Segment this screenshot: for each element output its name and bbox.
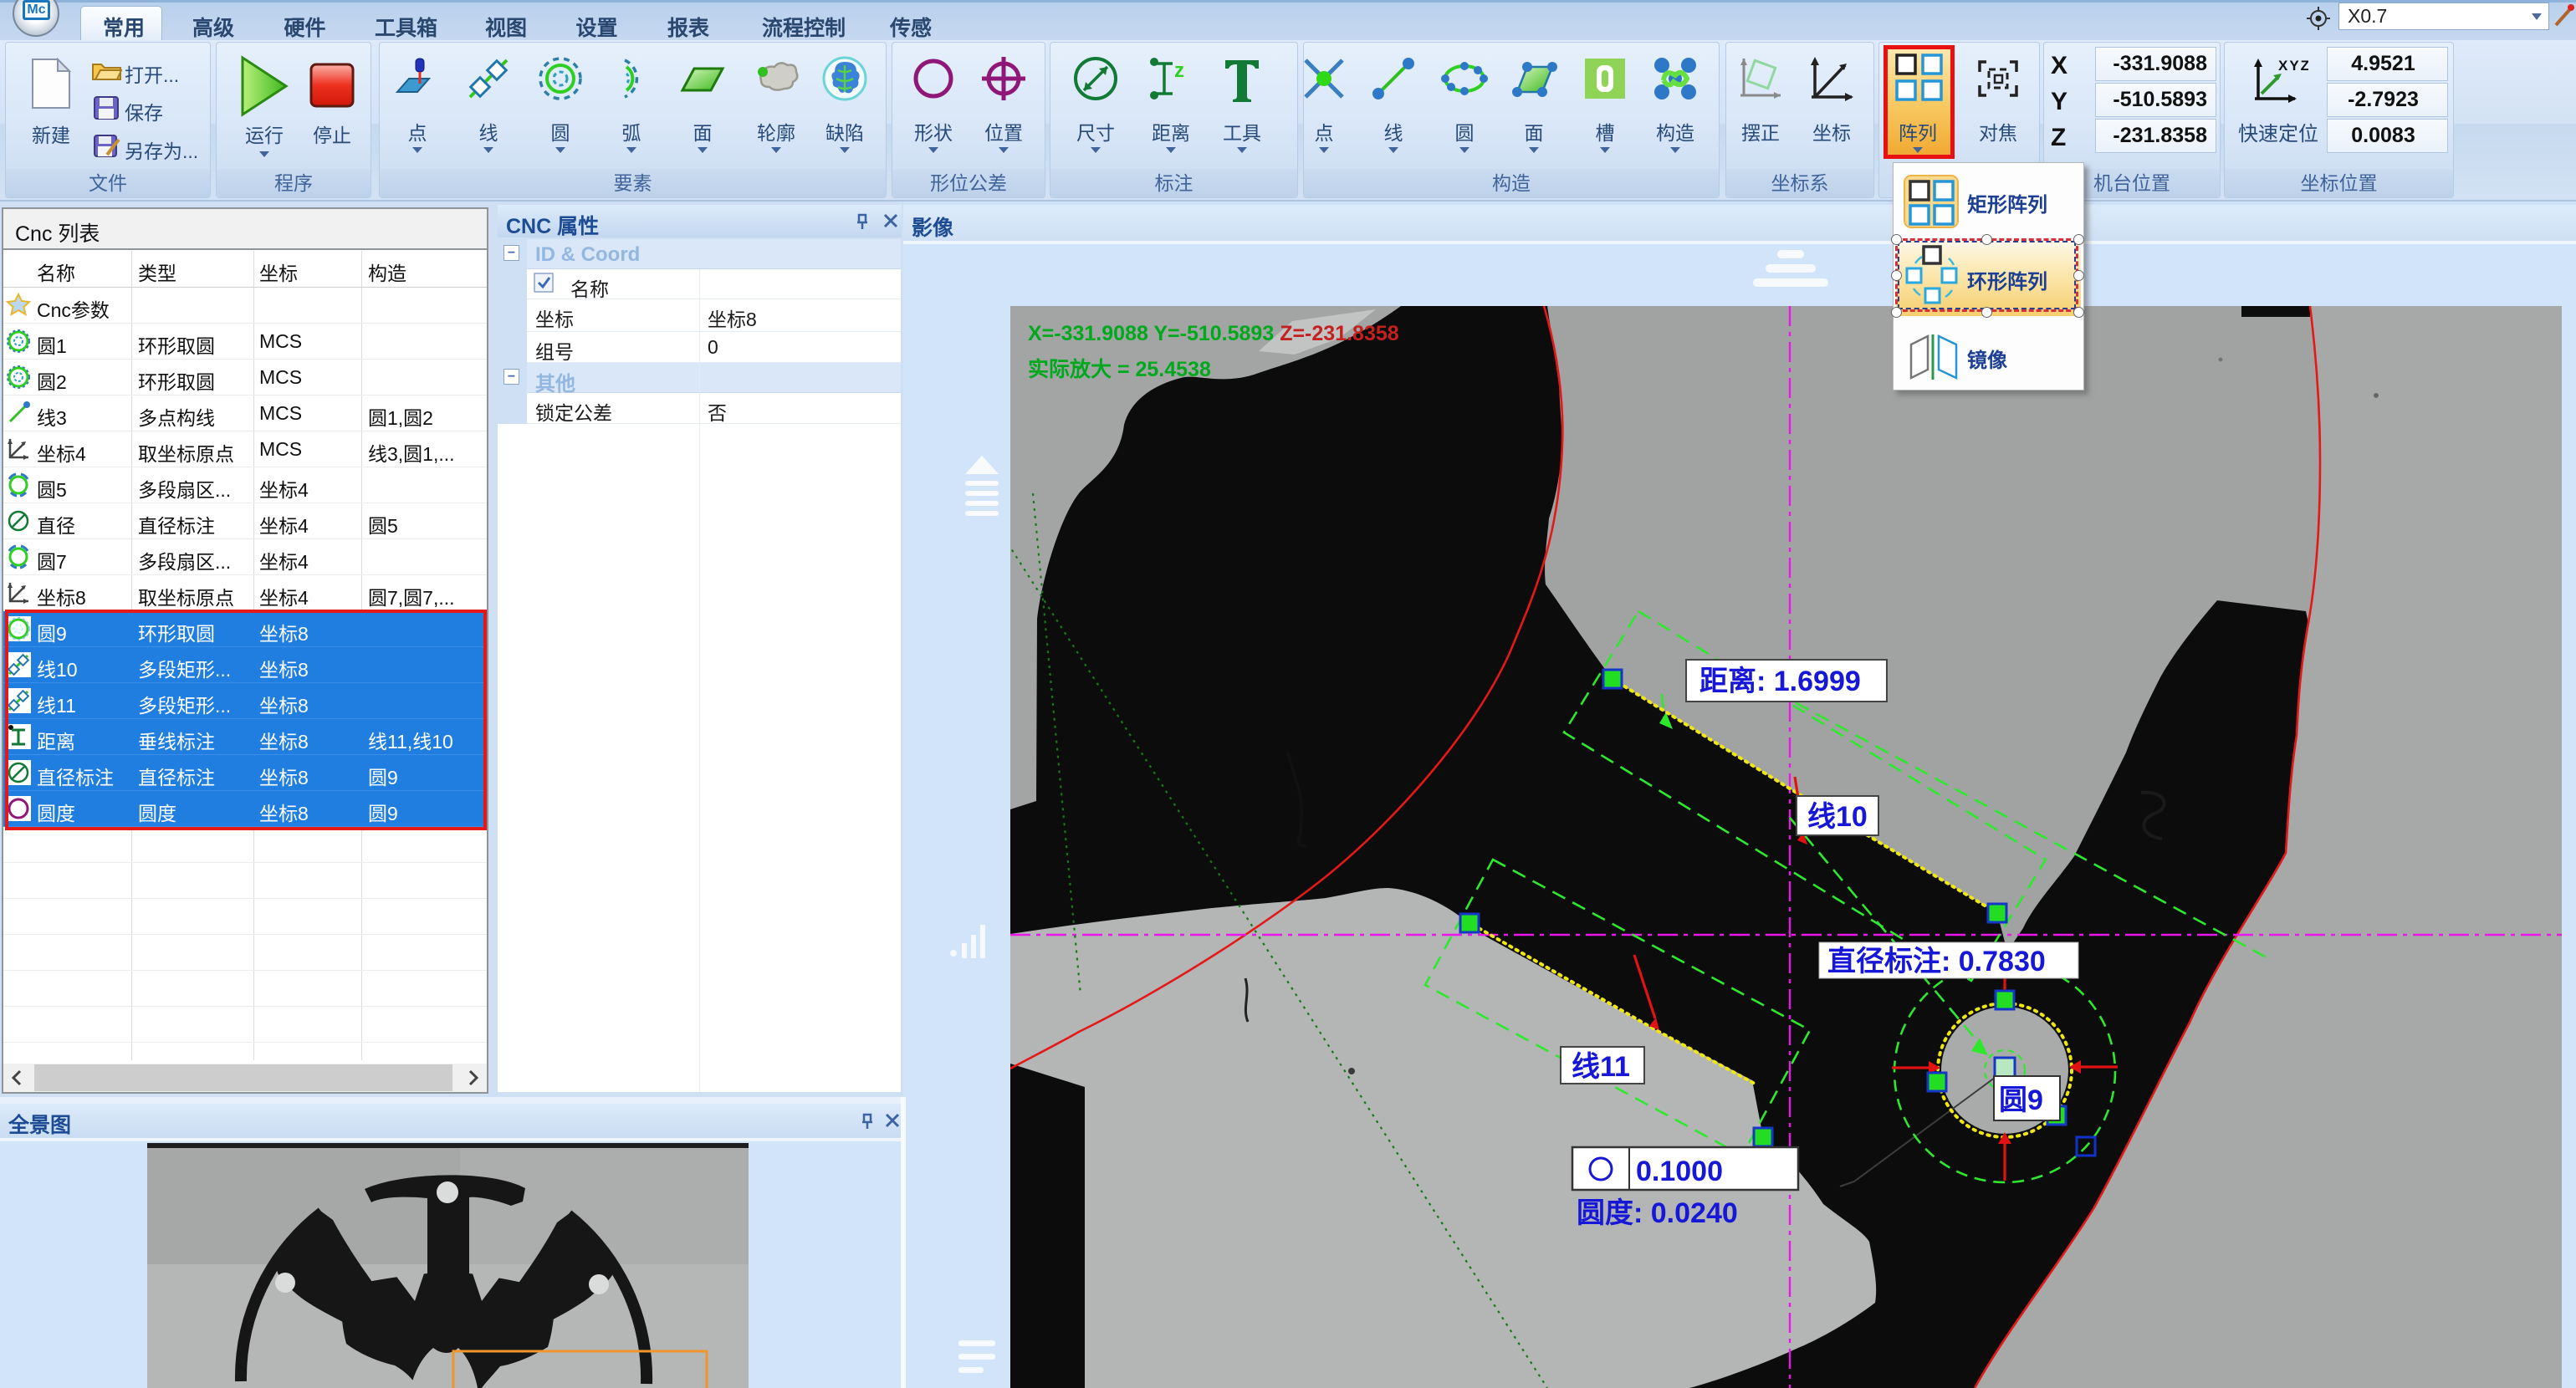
svg-text:X=-331.9088 Y=-510.5893 Z=-231: X=-331.9088 Y=-510.5893 Z=-231.8358 — [1028, 322, 1399, 345]
svg-text:线11: 线11 — [1572, 1051, 1630, 1083]
svg-text:0.1000: 0.1000 — [1636, 1156, 1723, 1187]
svg-text:XYZ: XYZ — [2278, 58, 2308, 74]
svg-text:线10: 线10 — [1807, 801, 1868, 833]
svg-text:z: z — [1174, 59, 1184, 82]
svg-text:直径标注: 0.7830: 直径标注: 0.7830 — [1827, 946, 2046, 977]
svg-text:圆9: 圆9 — [1999, 1084, 2043, 1116]
svg-text:距离: 1.6999: 距离: 1.6999 — [1699, 665, 1861, 697]
svg-text:圆度: 0.0240: 圆度: 0.0240 — [1577, 1197, 1738, 1229]
svg-text:实际放大 = 25.4538: 实际放大 = 25.4538 — [1028, 357, 1211, 381]
